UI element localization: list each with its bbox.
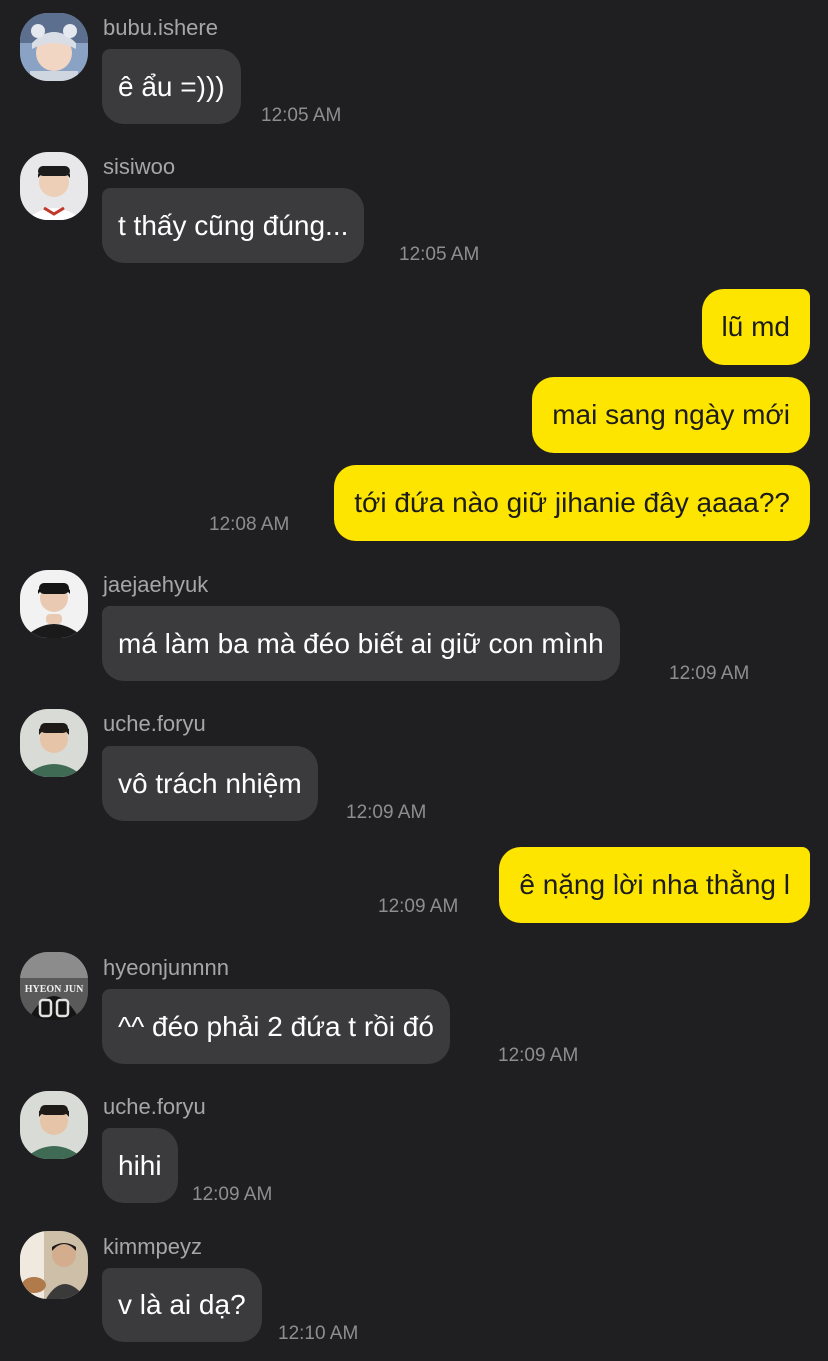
message-timestamp: 12:05 AM [261,105,342,126]
message-username[interactable]: hyeonjunnnn [103,957,229,979]
message-bubble[interactable]: hihi [102,1128,178,1203]
user-avatar-image [20,1231,88,1299]
user-avatar-image [20,1091,88,1159]
message-timestamp: 12:08 AM [209,514,290,535]
message-bubble-outgoing[interactable]: lũ md [701,289,810,365]
message-timestamp: 12:09 AM [669,663,750,684]
avatar[interactable] [20,1231,88,1299]
message-timestamp: 12:09 AM [378,896,459,917]
message-timestamp: 12:09 AM [346,802,427,823]
message-username[interactable]: uche.foryu [103,1096,206,1118]
message-timestamp: 12:05 AM [399,244,480,265]
avatar-jersey-text: HYEON JUN [25,984,84,995]
avatar[interactable] [20,1091,88,1159]
user-avatar-image [20,13,88,81]
user-avatar-image: HYEON JUN [20,952,88,1020]
user-avatar-image [20,709,88,777]
message-bubble[interactable]: ^^ đéo phải 2 đứa t rồi đó [102,989,450,1064]
avatar[interactable] [20,570,88,638]
message-bubble-outgoing[interactable]: ê nặng lời nha thằng l [499,847,810,923]
user-avatar-image [20,570,88,638]
avatar[interactable]: HYEON JUN [20,952,88,1020]
message-username[interactable]: sisiwoo [103,156,175,178]
message-username[interactable]: uche.foryu [103,713,206,735]
message-timestamp: 12:09 AM [192,1184,273,1205]
message-bubble[interactable]: vô trách nhiệm [102,746,318,821]
user-avatar-image [20,152,88,220]
message-username[interactable]: jaejaehyuk [103,574,208,596]
message-username[interactable]: kimmpeyz [103,1236,202,1258]
message-timestamp: 12:09 AM [498,1045,579,1066]
avatar[interactable] [20,152,88,220]
message-bubble[interactable]: ê ẩu =))) [102,49,241,124]
avatar[interactable] [20,709,88,777]
avatar[interactable] [20,13,88,81]
message-bubble-outgoing[interactable]: tới đứa nào giữ jihanie đây ạaaa?? [334,465,810,541]
message-username[interactable]: bubu.ishere [103,17,218,39]
message-bubble[interactable]: t thấy cũng đúng... [102,188,365,263]
message-timestamp: 12:10 AM [278,1323,359,1344]
message-bubble[interactable]: v là ai dạ? [102,1268,262,1342]
message-bubble[interactable]: má làm ba mà đéo biết ai giữ con mình [102,606,620,681]
message-bubble-outgoing[interactable]: mai sang ngày mới [532,377,810,453]
